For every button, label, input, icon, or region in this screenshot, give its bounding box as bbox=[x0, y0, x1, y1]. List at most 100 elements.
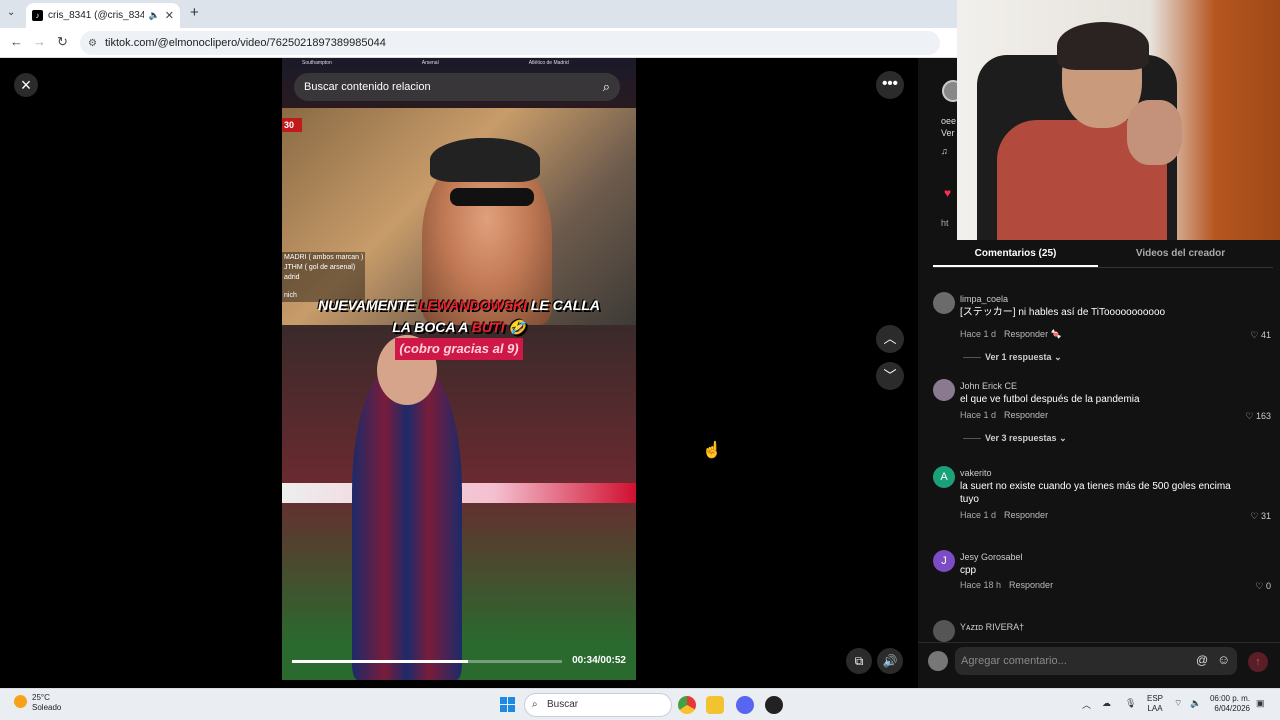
person-hair bbox=[1057, 22, 1149, 70]
video-time: 00:34/00:52 bbox=[572, 655, 626, 666]
comment-text: la suert no existe cuando ya tienes más … bbox=[960, 481, 1231, 505]
next-video-chevron-down-icon[interactable]: ﹀ bbox=[876, 362, 904, 390]
comment-text: cpp bbox=[960, 565, 977, 576]
clock-time: 06:00 p. m. bbox=[1209, 694, 1250, 703]
comment-avatar[interactable]: A bbox=[933, 466, 955, 488]
user-avatar bbox=[928, 651, 948, 671]
reply-button[interactable]: Responder bbox=[1009, 580, 1053, 590]
comment-avatar[interactable] bbox=[933, 379, 955, 401]
video-progress-bar[interactable] bbox=[292, 660, 562, 663]
taskbar-search[interactable]: ⌕ Buscar bbox=[524, 693, 672, 717]
side-text-line: JTHM ( gol de arsenal) bbox=[284, 264, 356, 271]
comment-meta: Hace 1 d Responder bbox=[960, 510, 1048, 520]
team-label: Atlético de Madrid bbox=[528, 60, 569, 66]
system-clock[interactable]: 06:00 p. m. 6/04/2026 bbox=[1206, 694, 1250, 714]
comment-text: [ステッカー] ni hables así de TiTooooooooooo bbox=[960, 307, 1166, 318]
caption-text: NUEVAMENTE bbox=[317, 297, 419, 313]
related-search-input[interactable]: Buscar contenido relacion ⌕ bbox=[294, 73, 620, 101]
comment-likes[interactable]: ♡ 0 bbox=[1255, 581, 1271, 592]
browser-tab[interactable]: ♪ cris_8341 (@cris_8341) | Tik 🔈 ✕ bbox=[26, 3, 180, 28]
comment-avatar[interactable] bbox=[933, 620, 955, 642]
mouse-cursor-icon: ☝ bbox=[702, 442, 722, 459]
url-field[interactable]: ⚙ tiktok.com/@elmonoclipero/video/762502… bbox=[80, 31, 940, 55]
weather-widget[interactable]: 25°C Soleado bbox=[14, 693, 61, 713]
comment-avatar[interactable] bbox=[933, 292, 955, 314]
speaker-icon[interactable]: 🔈 bbox=[1190, 698, 1201, 709]
comment-likes[interactable]: ♡ 41 bbox=[1250, 330, 1271, 341]
reload-icon[interactable]: ↻ bbox=[57, 34, 68, 50]
live-badge: 30 bbox=[282, 118, 303, 132]
chrome-icon[interactable] bbox=[678, 696, 696, 714]
url-text: tiktok.com/@elmonoclipero/video/76250218… bbox=[104, 37, 386, 49]
person-hand bbox=[1127, 100, 1182, 165]
video-frame-top: 30 MADRI ( ambos marcan ) JTHM ( gol de … bbox=[282, 108, 636, 325]
network-cloud-icon[interactable]: ☁ bbox=[1102, 698, 1111, 709]
file-explorer-icon[interactable] bbox=[706, 696, 724, 714]
search-icon[interactable]: ⌕ bbox=[603, 79, 610, 95]
obs-icon[interactable] bbox=[765, 696, 783, 714]
discord-icon[interactable] bbox=[736, 696, 754, 714]
like-heart-icon[interactable]: ♥ bbox=[944, 186, 951, 200]
team-label: Southampton bbox=[302, 60, 332, 66]
tab-comments[interactable]: Comentarios (25) bbox=[933, 248, 1098, 267]
tab-close-icon[interactable]: ✕ bbox=[165, 9, 174, 22]
previous-video-chevron-up-icon[interactable]: ︿ bbox=[876, 325, 904, 353]
back-arrow-icon[interactable]: ← bbox=[10, 34, 23, 49]
lang-layout: LAA bbox=[1147, 704, 1163, 713]
heart-outline-icon: ♡ bbox=[1245, 411, 1254, 421]
video-viewer: × Southampton Arsenal Atlético de Madrid… bbox=[0, 58, 918, 688]
heart-outline-icon: ♡ bbox=[1250, 511, 1259, 521]
team-label: Arsenal bbox=[421, 60, 439, 66]
person-cap-overlay bbox=[430, 138, 540, 182]
caption-highlight: BUTI bbox=[471, 319, 505, 335]
view-replies-button[interactable]: Ver 3 respuestas ⌄ bbox=[963, 433, 1067, 444]
comment-avatar[interactable]: J bbox=[933, 550, 955, 572]
team-labels: Southampton Arsenal Atlético de Madrid bbox=[302, 60, 569, 66]
close-icon[interactable]: × bbox=[14, 73, 38, 97]
tab-creator-videos[interactable]: Videos del creador bbox=[1098, 248, 1263, 259]
comment-meta: Hace 1 d Responder 🍬 bbox=[960, 329, 1062, 340]
video-frame-bottom bbox=[282, 325, 636, 680]
video-player[interactable]: Southampton Arsenal Atlético de Madrid B… bbox=[282, 58, 636, 680]
tiktok-favicon-icon: ♪ bbox=[32, 10, 43, 21]
more-options-icon[interactable]: ••• bbox=[876, 71, 904, 99]
comment-username[interactable]: Yᴀzɪᴅ RIVERA† bbox=[960, 622, 1024, 632]
comment-username[interactable]: John Erick CE bbox=[960, 381, 1017, 391]
wifi-icon[interactable]: ⌔ bbox=[1174, 698, 1182, 709]
comment-username[interactable]: Jesy Gorosabel bbox=[960, 552, 1023, 562]
view-replies-button[interactable]: Ver 1 respuesta ⌄ bbox=[963, 352, 1062, 363]
mention-at-icon[interactable]: @ bbox=[1196, 653, 1208, 667]
windows-start-icon[interactable] bbox=[500, 697, 515, 712]
reply-button[interactable]: Responder bbox=[1004, 410, 1048, 420]
chevron-down-icon: ⌄ bbox=[1059, 433, 1067, 443]
reply-button[interactable]: Responder bbox=[1004, 510, 1048, 520]
comment-meta: Hace 18 h Responder bbox=[960, 580, 1053, 590]
volume-icon[interactable]: 🔊 bbox=[877, 648, 903, 674]
lang-code: ESP bbox=[1147, 694, 1164, 703]
reply-button[interactable]: Responder bbox=[1004, 329, 1048, 339]
tray-chevron-up-icon[interactable]: ︿ bbox=[1082, 698, 1091, 711]
emoji-icon[interactable]: ☺ bbox=[1217, 652, 1230, 667]
send-arrow-up-icon[interactable]: ↑ bbox=[1248, 652, 1268, 672]
player-figure bbox=[352, 365, 462, 680]
comment-username[interactable]: limpa_coela bbox=[960, 294, 1008, 304]
site-info-icon[interactable]: ⚙ bbox=[88, 38, 97, 49]
comment-username[interactable]: vakerito bbox=[960, 468, 992, 478]
comment-time: Hace 18 h bbox=[960, 580, 1002, 590]
caption-fragment: Ver bbox=[941, 128, 955, 138]
tab-list-chevron-icon[interactable]: ⌄ bbox=[7, 7, 15, 18]
language-indicator[interactable]: ESP LAA bbox=[1147, 694, 1163, 714]
comment-likes[interactable]: ♡ 31 bbox=[1250, 511, 1271, 522]
comment-input[interactable]: Agregar comentario... bbox=[955, 647, 1237, 675]
forward-arrow-icon[interactable]: → bbox=[33, 34, 46, 49]
search-icon: ⌕ bbox=[532, 699, 538, 710]
like-count: 163 bbox=[1255, 411, 1271, 421]
sunglasses bbox=[450, 188, 534, 206]
mini-player-icon[interactable]: ⧉ bbox=[846, 648, 872, 674]
new-tab-button[interactable]: + bbox=[190, 4, 199, 21]
microphone-icon[interactable]: 🎙 bbox=[1125, 698, 1136, 709]
speaker-icon[interactable]: 🔈 bbox=[149, 10, 160, 21]
caption-text: LA BOCA A bbox=[392, 319, 472, 335]
notification-bell-icon[interactable]: ▣ bbox=[1256, 698, 1265, 709]
comment-likes[interactable]: ♡ 163 bbox=[1245, 411, 1271, 422]
